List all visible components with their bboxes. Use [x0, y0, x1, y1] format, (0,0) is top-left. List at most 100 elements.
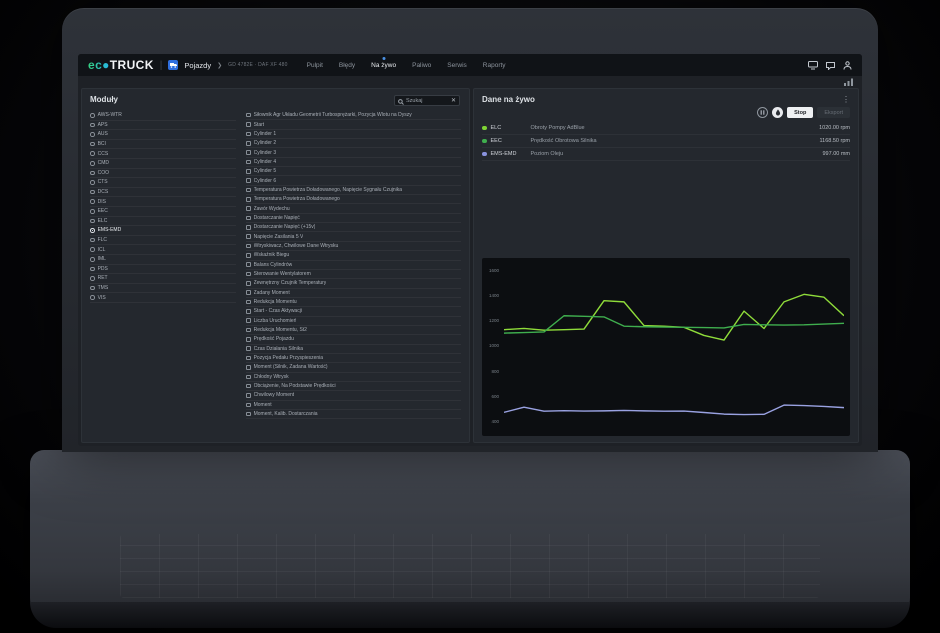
parameter-checkbox-item[interactable]: Dostarczanie Napięć (+15v)	[246, 223, 461, 232]
module-radio-item[interactable]: COO	[90, 169, 236, 179]
module-radio-item[interactable]: DCS	[90, 188, 236, 198]
vehicle-id[interactable]: GD 4782E · DAF XF 480	[228, 62, 288, 68]
chat-icon[interactable]	[826, 61, 835, 70]
checkbox-icon	[246, 244, 251, 249]
parameter-checkbox-item[interactable]: Start	[246, 120, 461, 129]
module-radio-item[interactable]: DIS	[90, 197, 236, 207]
checkbox-icon	[246, 216, 251, 221]
module-radio-item[interactable]: RET	[90, 274, 236, 284]
nav-tab[interactable]: Serwis	[440, 54, 474, 76]
signal-value: 1168.50 rpm	[820, 138, 850, 144]
user-icon[interactable]	[843, 61, 852, 70]
parameter-checkbox-item[interactable]: Moment (Silnik, Zadana Wartość)	[246, 363, 461, 372]
nav-tab[interactable]: Raporty	[476, 54, 513, 76]
parameter-checkbox-item[interactable]: Redukcja Momentu	[246, 298, 461, 307]
module-label: VIS	[98, 295, 106, 301]
module-radio-item[interactable]: PDS	[90, 265, 236, 275]
parameter-checkbox-item[interactable]: Cylinder 4	[246, 158, 461, 167]
signal-value: 1020.00 rpm	[819, 125, 850, 131]
parameter-checkbox-item[interactable]: Wtryskiwacz, Chwilowe Dane Wtrysku	[246, 242, 461, 251]
parameter-label: Redukcja Momentu, St2	[254, 327, 307, 333]
parameter-checkbox-item[interactable]: Cylinder 1	[246, 130, 461, 139]
parameter-label: Wskaźnik Biegu	[254, 252, 290, 258]
signal-row[interactable]: ELC Obroty Pompy AdBlue 1020.00 rpm	[482, 122, 850, 135]
parameter-checkbox-item[interactable]: Czas Działania Silnika	[246, 345, 461, 354]
parameter-label: Cylinder 5	[254, 168, 277, 174]
parameter-checkbox-item[interactable]: Redukcja Momentu, St2	[246, 326, 461, 335]
parameter-checkbox-item[interactable]: Chłodny Wtrysk	[246, 373, 461, 382]
module-radio-item[interactable]: CMD	[90, 159, 236, 169]
nav-tab[interactable]: Na żywo	[364, 54, 403, 76]
parameter-checkbox-item[interactable]: Siłownik Agr Układu Geometrii Turbospręż…	[246, 111, 461, 120]
checkbox-icon	[246, 234, 251, 239]
display-icon[interactable]	[808, 61, 818, 70]
module-label: RET	[98, 275, 108, 281]
checkbox-icon	[246, 132, 251, 137]
module-radio-item[interactable]: APS	[90, 121, 236, 131]
parameter-checkbox-item[interactable]: Temperatura Powietrza Doładowanego, Napi…	[246, 186, 461, 195]
nav-tab[interactable]: Błędy	[332, 54, 362, 76]
module-radio-item[interactable]: IML	[90, 255, 236, 265]
navbar: ec●TRUCK | Pojazdy ❯ GD 4782E · DAF XF 4…	[78, 54, 862, 76]
parameter-checkbox-item[interactable]: Wskaźnik Biegu	[246, 251, 461, 260]
parameter-checkbox-item[interactable]: Moment	[246, 401, 461, 410]
checkbox-icon	[246, 188, 251, 193]
module-radio-item[interactable]: AWS-WTR	[90, 111, 236, 121]
app-logo[interactable]: ec●TRUCK	[88, 58, 154, 72]
module-radio-item[interactable]: TMS	[90, 284, 236, 294]
export-button[interactable]: Eksport	[817, 107, 850, 118]
module-radio-item[interactable]: VIS	[90, 293, 236, 303]
module-radio-item[interactable]: EMS-EMD	[90, 226, 236, 236]
droplet-button[interactable]	[772, 107, 783, 118]
parameter-checkbox-item[interactable]: Sterowanie Wentylatorem	[246, 270, 461, 279]
y-axis-tick: 1600	[489, 268, 499, 273]
nav-tab[interactable]: Paliwo	[405, 54, 438, 76]
parameter-checkbox-item[interactable]: Cylinder 3	[246, 148, 461, 157]
signal-color-dot	[482, 126, 487, 131]
parameter-label: Temperatura Powietrza Doładowanego, Napi…	[254, 187, 402, 193]
search-input[interactable]	[406, 98, 449, 104]
parameter-checkbox-item[interactable]: Liczba Uruchomień	[246, 317, 461, 326]
module-radio-item[interactable]: CCS	[90, 149, 236, 159]
parameter-checkbox-item[interactable]: Dostarczanie Napięć	[246, 214, 461, 223]
search-box[interactable]: ✕	[394, 95, 460, 106]
parameter-checkbox-item[interactable]: Zewnętrzny Czujnik Temperatury	[246, 279, 461, 288]
pause-button[interactable]	[757, 107, 768, 118]
module-radio-item[interactable]: CTS	[90, 178, 236, 188]
breadcrumb[interactable]: Pojazdy	[184, 61, 211, 70]
parameter-label: Czas Działania Silnika	[254, 346, 303, 352]
module-radio-item[interactable]: EEC	[90, 207, 236, 217]
parameter-checkbox-item[interactable]: Prędkość Pojazdu	[246, 335, 461, 344]
parameter-checkbox-item[interactable]: Pozycja Pedału Przyspieszenia	[246, 354, 461, 363]
clear-search-icon[interactable]: ✕	[451, 98, 456, 104]
parameter-checkbox-item[interactable]: Temperatura Powietrza Doładowanego	[246, 195, 461, 204]
parameter-checkbox-item[interactable]: Obciążenie, Na Podstawie Prędkości	[246, 382, 461, 391]
parameter-checkbox-item[interactable]: Moment, Kalib. Dostarczania	[246, 410, 461, 419]
module-radio-item[interactable]: ELC	[90, 217, 236, 227]
checkbox-icon	[246, 272, 251, 277]
kebab-menu-icon[interactable]: ⋮	[842, 96, 850, 104]
parameter-checkbox-item[interactable]: Zawór Wydechu	[246, 204, 461, 213]
signal-row[interactable]: EMS-EMD Poziom Oleju 997.00 mm	[482, 148, 850, 161]
signal-row[interactable]: EEC Prędkość Obrotowa Silnika 1168.50 rp…	[482, 135, 850, 148]
parameter-label: Prędkość Pojazdu	[254, 336, 294, 342]
parameter-label: Cylinder 3	[254, 150, 277, 156]
parameter-checkbox-item[interactable]: Napięcie Zasilania 5 V	[246, 232, 461, 241]
module-radio-item[interactable]: ICL	[90, 245, 236, 255]
radio-icon	[90, 113, 95, 118]
parameter-checkbox-item[interactable]: Cylinder 5	[246, 167, 461, 176]
parameter-label: Moment	[254, 402, 272, 408]
checkbox-icon	[246, 337, 251, 342]
parameter-checkbox-item[interactable]: Balans Cylindrów	[246, 261, 461, 270]
module-radio-item[interactable]: BCI	[90, 140, 236, 150]
stop-button[interactable]: Stop	[787, 107, 813, 118]
module-label: CCS	[98, 151, 109, 157]
parameter-checkbox-item[interactable]: Zadany Moment	[246, 289, 461, 298]
parameter-checkbox-item[interactable]: Start - Czas Aktywacji	[246, 307, 461, 316]
parameter-checkbox-item[interactable]: Cylinder 6	[246, 176, 461, 185]
module-radio-item[interactable]: AUS	[90, 130, 236, 140]
parameter-checkbox-item[interactable]: Chwilowy Moment	[246, 391, 461, 400]
module-radio-item[interactable]: FLC	[90, 236, 236, 246]
parameter-checkbox-item[interactable]: Cylinder 2	[246, 139, 461, 148]
nav-tab[interactable]: Pulpit	[300, 54, 330, 76]
